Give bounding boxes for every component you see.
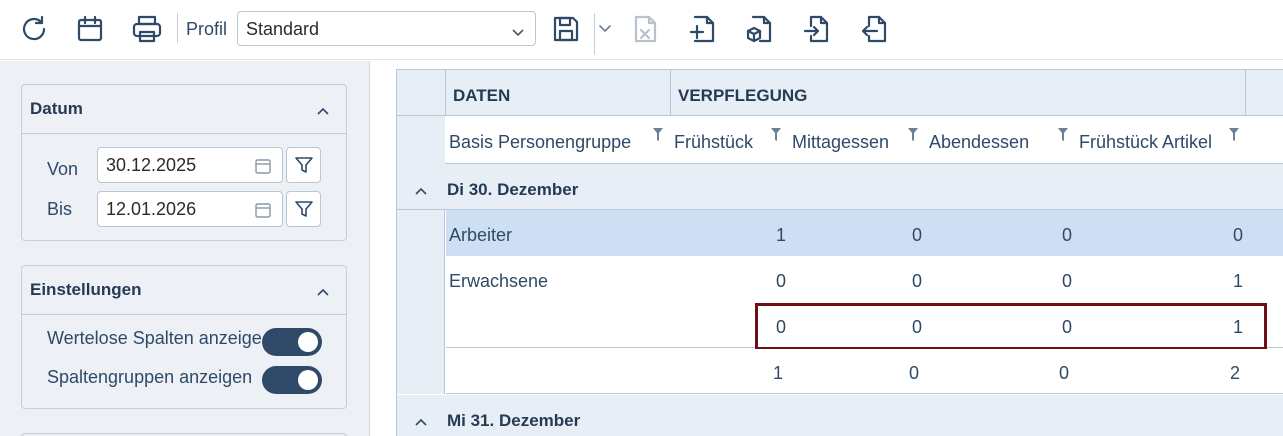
column-header-fruehstueck-artikel[interactable]: Frühstück Artikel xyxy=(1079,132,1212,153)
row-name: Erwachsene xyxy=(449,271,549,291)
cell-value: 1 xyxy=(1232,271,1243,291)
bis-date-value: 12.01.2026 xyxy=(106,199,197,219)
calendar-icon[interactable] xyxy=(254,157,272,180)
day-group-label: Di 30. Dezember xyxy=(447,180,579,199)
export-package-icon[interactable] xyxy=(740,10,780,48)
total-value: 2 xyxy=(1229,363,1240,383)
toggle-knob xyxy=(298,370,318,390)
column-header-abendessen[interactable]: Abendessen xyxy=(929,132,1029,153)
delete-file-icon xyxy=(625,10,665,48)
row-name: Arbeiter xyxy=(449,225,513,245)
chevron-up-icon[interactable] xyxy=(414,414,428,432)
column-header-basis-personengruppe[interactable]: Basis Personengruppe xyxy=(449,132,631,153)
column-header-mittagessen[interactable]: Mittagessen xyxy=(792,132,889,153)
toggle-wertelose-spalten[interactable] xyxy=(262,328,322,356)
bis-date-input[interactable]: 12.01.2026 xyxy=(97,191,283,227)
total-value: 0 xyxy=(908,363,919,383)
grid-divider xyxy=(670,70,671,116)
column-filter-icon[interactable] xyxy=(1229,128,1239,147)
von-filter-button[interactable] xyxy=(286,147,321,183)
chevron-up-icon[interactable] xyxy=(316,101,330,121)
cell-value: 0 xyxy=(1061,225,1072,245)
filter-icon xyxy=(294,201,313,217)
new-file-icon[interactable] xyxy=(683,10,723,48)
datum-card: Datum Von 30.12.2025 Bis 12.01.2026 xyxy=(21,84,347,241)
toggle-label-wertelose-spalten: Wertelose Spalten anzeigen xyxy=(47,328,261,348)
import-icon[interactable] xyxy=(797,10,837,48)
toggle-label-spaltengruppen: Spaltengruppen anzeigen xyxy=(47,367,253,387)
group-totals-row xyxy=(446,349,1283,394)
print-icon[interactable] xyxy=(127,10,167,48)
cell-value: 0 xyxy=(1232,225,1243,245)
column-filter-icon[interactable] xyxy=(771,128,781,147)
grid-area: DATEN VERPFLEGUNG Basis Personengruppe F… xyxy=(371,61,1283,436)
total-value: 1 xyxy=(772,363,783,383)
datum-card-header[interactable]: Datum xyxy=(22,85,346,134)
export-icon[interactable] xyxy=(853,10,893,48)
toggle-knob xyxy=(298,332,318,352)
einstellungen-card-header[interactable]: Einstellungen xyxy=(22,266,346,315)
table-row[interactable] xyxy=(446,210,1283,256)
calendar-icon[interactable] xyxy=(254,201,272,224)
table-row[interactable] xyxy=(446,256,1283,302)
total-value: 0 xyxy=(1058,363,1069,383)
column-filter-icon[interactable] xyxy=(1058,128,1068,147)
column-filter-icon[interactable] xyxy=(908,128,918,147)
toggle-spaltengruppen[interactable] xyxy=(262,366,322,394)
column-header-fruehstueck[interactable]: Frühstück xyxy=(674,132,753,153)
profil-select-value: Standard xyxy=(246,19,320,39)
einstellungen-title: Einstellungen xyxy=(30,280,142,299)
profil-select[interactable]: Standard xyxy=(237,11,536,46)
group-header-daten: DATEN xyxy=(453,86,511,105)
refresh-icon[interactable] xyxy=(14,10,54,48)
row-indicator-header xyxy=(397,116,445,164)
save-split-divider xyxy=(594,13,595,55)
filter-panel: Datum Von 30.12.2025 Bis 12.01.2026 Eins… xyxy=(0,61,370,436)
day-group-label: Mi 31. Dezember xyxy=(447,411,581,430)
cell-value: 1 xyxy=(775,225,786,245)
chevron-down-icon xyxy=(511,22,525,43)
von-label: Von xyxy=(47,159,79,179)
chevron-up-icon[interactable] xyxy=(316,282,330,302)
toolbar-separator xyxy=(177,13,178,43)
cell-value: 0 xyxy=(1061,271,1072,291)
save-dropdown-chevron-icon[interactable] xyxy=(596,10,614,48)
profil-label: Profil xyxy=(186,19,228,39)
calendar-icon[interactable] xyxy=(70,10,110,48)
bis-label: Bis xyxy=(47,199,73,219)
cell-value: 0 xyxy=(911,271,922,291)
einstellungen-card: Einstellungen Wertelose Spalten anzeigen… xyxy=(21,265,347,409)
toolbar: Profil Standard xyxy=(0,0,1283,60)
row-indent xyxy=(397,210,445,394)
datum-title: Datum xyxy=(30,99,83,118)
group-header-verpflegung: VERPFLEGUNG xyxy=(678,86,808,105)
bis-filter-button[interactable] xyxy=(286,191,321,227)
highlight-box xyxy=(755,303,1267,350)
cell-value: 0 xyxy=(775,271,786,291)
chevron-up-icon[interactable] xyxy=(414,183,428,201)
cell-value: 0 xyxy=(911,225,922,245)
grid-divider xyxy=(1245,70,1246,116)
data-grid: DATEN VERPFLEGUNG Basis Personengruppe F… xyxy=(396,69,1283,436)
group-header-row xyxy=(397,70,1283,116)
von-date-value: 30.12.2025 xyxy=(106,155,197,175)
save-icon[interactable] xyxy=(546,10,586,48)
filter-icon xyxy=(294,157,313,173)
column-filter-icon[interactable] xyxy=(653,128,663,147)
von-date-input[interactable]: 30.12.2025 xyxy=(97,147,283,183)
